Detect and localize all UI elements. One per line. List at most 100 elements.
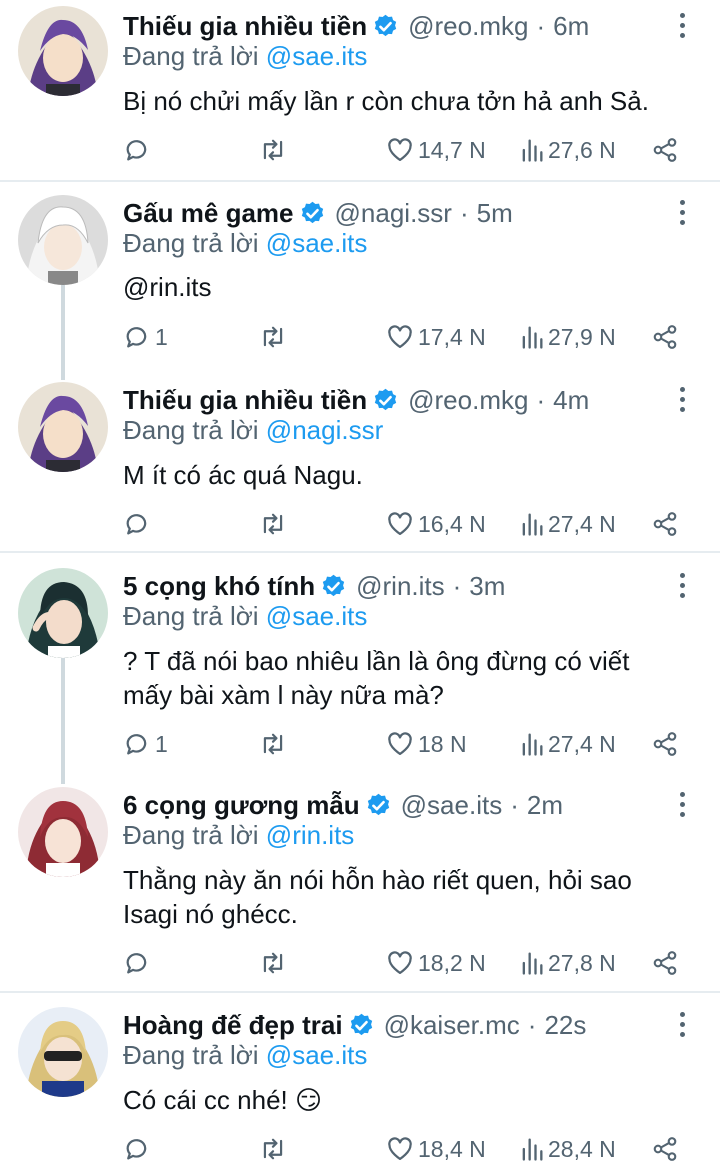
views-button[interactable]: 27,9 N (520, 320, 616, 354)
verified-badge-icon (320, 573, 347, 600)
avatar[interactable] (18, 568, 108, 658)
views-icon (522, 733, 543, 756)
retweet-button[interactable] (258, 727, 288, 761)
display-name[interactable]: Thiếu gia nhiều tiền (123, 11, 367, 42)
like-button[interactable]: 17,4 N (386, 320, 486, 354)
replying-prefix: Đang trả lời (123, 820, 259, 850)
view-count: 27,4 N (548, 510, 616, 537)
tweet-text-line: mấy bài xàm l này nữa mà? (123, 680, 444, 710)
display-name[interactable]: 6 cọng gương mẫu (123, 790, 360, 821)
avatar[interactable] (18, 6, 108, 96)
handle[interactable]: @kaiser.mc (384, 1010, 520, 1041)
reply-button[interactable]: 1 (123, 320, 168, 354)
share-button[interactable] (651, 946, 679, 980)
verified-badge-icon (365, 792, 392, 819)
more-icon[interactable] (672, 13, 692, 43)
share-icon (653, 512, 677, 536)
divider (0, 551, 720, 553)
tweet-text: ? T đã nói bao nhiêu lần là ông đừng có … (123, 644, 703, 712)
heart-icon (388, 951, 412, 975)
more-icon[interactable] (672, 792, 692, 822)
avatar[interactable] (18, 382, 108, 472)
share-button[interactable] (651, 1132, 679, 1166)
like-button[interactable]: 18,4 N (386, 1132, 486, 1166)
like-count: 18,4 N (418, 1135, 486, 1162)
action-bar: 18,2 N 27,8 N (123, 946, 693, 980)
separator-dot: · (459, 197, 469, 228)
reply-mention-link[interactable]: @sae.its (266, 601, 368, 631)
avatar[interactable] (18, 787, 108, 877)
retweet-button[interactable] (258, 507, 288, 541)
views-icon (522, 139, 543, 162)
more-icon[interactable] (672, 387, 692, 417)
views-button[interactable]: 27,4 N (520, 727, 616, 761)
handle[interactable]: @nagi.ssr (335, 198, 452, 229)
share-button[interactable] (651, 133, 679, 167)
display-name[interactable]: Gấu mê game (123, 198, 294, 229)
tweet[interactable]: 5 cọng khó tính @rin.its · 3m Đang trả l… (0, 564, 720, 774)
retweet-button[interactable] (258, 1132, 288, 1166)
reply-mention-link[interactable]: @sae.its (266, 41, 368, 71)
display-name[interactable]: Thiếu gia nhiều tiền (123, 385, 367, 416)
tweet[interactable]: Gấu mê game @nagi.ssr · 5m Đang trả lời … (0, 191, 720, 371)
timestamp[interactable]: 2m (527, 790, 563, 821)
retweet-button[interactable] (258, 946, 288, 980)
reply-button[interactable]: 1 (123, 727, 168, 761)
reply-mention-link[interactable]: @rin.its (266, 820, 355, 850)
timestamp[interactable]: 22s (544, 1010, 586, 1041)
reply-mention-link[interactable]: @sae.its (266, 1040, 368, 1070)
display-name[interactable]: Hoàng đế đẹp trai (123, 1010, 343, 1041)
like-button[interactable]: 14,7 N (386, 133, 486, 167)
retweet-button[interactable] (258, 133, 288, 167)
reply-icon (126, 514, 147, 535)
views-button[interactable]: 28,4 N (520, 1132, 616, 1166)
replying-to: Đang trả lời @nagi.ssr (123, 415, 383, 446)
share-button[interactable] (651, 727, 679, 761)
reply-mention-link[interactable]: @sae.its (266, 228, 368, 258)
reply-icon (126, 734, 147, 755)
verified-badge-icon (299, 200, 326, 227)
retweet-button[interactable] (258, 320, 288, 354)
views-icon (522, 513, 543, 536)
reply-button[interactable] (123, 507, 155, 541)
tweet[interactable]: Thiếu gia nhiều tiền @reo.mkg · 4m Đang … (0, 378, 720, 550)
tweet[interactable]: Thiếu gia nhiều tiền @reo.mkg · 6m Đang … (0, 4, 720, 180)
view-count: 27,9 N (548, 323, 616, 350)
views-button[interactable]: 27,4 N (520, 507, 616, 541)
views-icon (522, 1138, 543, 1161)
reply-button[interactable] (123, 133, 155, 167)
avatar[interactable] (18, 1007, 108, 1097)
avatar[interactable] (18, 195, 108, 285)
more-icon[interactable] (672, 200, 692, 230)
reply-button[interactable] (123, 1132, 155, 1166)
action-bar: 1 18 N 27,4 N (123, 727, 693, 761)
handle[interactable]: @sae.its (401, 790, 503, 821)
tweet[interactable]: Hoàng đế đẹp trai @kaiser.mc · 22s Đang … (0, 1003, 720, 1173)
reply-mention-link[interactable]: @nagi.ssr (266, 415, 383, 445)
like-button[interactable]: 18,2 N (386, 946, 486, 980)
views-button[interactable]: 27,8 N (520, 946, 616, 980)
timestamp[interactable]: 5m (477, 198, 513, 229)
like-button[interactable]: 16,4 N (386, 507, 486, 541)
share-button[interactable] (651, 507, 679, 541)
retweet-icon (263, 1138, 283, 1160)
replying-to: Đang trả lời @sae.its (123, 601, 367, 632)
handle[interactable]: @rin.its (356, 571, 445, 602)
timestamp[interactable]: 4m (553, 385, 589, 416)
share-button[interactable] (651, 320, 679, 354)
tweet-mention-link[interactable]: @rin.its (123, 270, 703, 304)
timestamp[interactable]: 3m (469, 571, 505, 602)
timestamp[interactable]: 6m (553, 11, 589, 42)
more-icon[interactable] (672, 1012, 692, 1042)
replying-prefix: Đang trả lời (123, 1040, 259, 1070)
handle[interactable]: @reo.mkg (408, 385, 528, 416)
reply-button[interactable] (123, 946, 155, 980)
like-button[interactable]: 18 N (386, 727, 467, 761)
reply-icon (126, 953, 147, 974)
tweet[interactable]: 6 cọng gương mẫu @sae.its · 2m Đang trả … (0, 783, 720, 990)
reply-icon (126, 140, 147, 161)
more-icon[interactable] (672, 573, 692, 603)
display-name[interactable]: 5 cọng khó tính (123, 571, 315, 602)
handle[interactable]: @reo.mkg (408, 11, 528, 42)
views-button[interactable]: 27,6 N (520, 133, 616, 167)
